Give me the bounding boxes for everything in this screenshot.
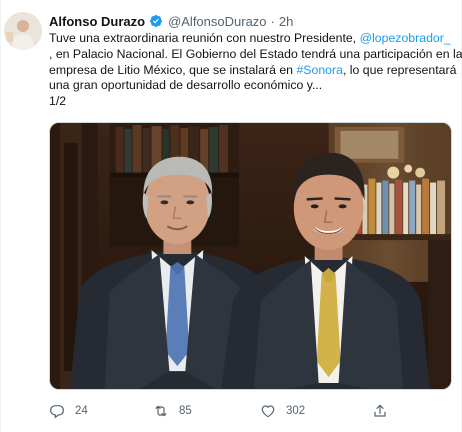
retweet-button[interactable]: 85	[153, 400, 192, 422]
heart-icon	[260, 403, 276, 419]
tweet-text-segment: Tuve una extraordinaria reunión con nues…	[49, 31, 360, 45]
hashtag-link[interactable]: #Sonora	[296, 63, 343, 77]
share-button[interactable]	[372, 400, 388, 422]
author-avatar[interactable]	[4, 12, 42, 50]
tweet-timestamp[interactable]: 2h	[279, 14, 293, 29]
tweet-text-line: una gran oportunidad de desarrollo econó…	[49, 78, 454, 94]
tweet-card[interactable]: Alfonso Durazo @AlfonsoDurazo · 2h Tuve …	[0, 0, 462, 432]
tweet-text-line: empresa de Litio México, que se instalar…	[49, 62, 457, 79]
tweet-text-segment: , lo que representará	[342, 62, 457, 77]
like-button[interactable]: 302	[260, 400, 305, 422]
author-display-name[interactable]: Alfonso Durazo	[49, 14, 145, 29]
reply-icon	[49, 403, 65, 419]
reply-button[interactable]: 24	[49, 400, 88, 422]
avatar-image	[4, 12, 42, 50]
retweet-count: 85	[179, 405, 192, 417]
tweet-text-segment: 1/2	[49, 94, 67, 109]
tweet-header: Alfonso Durazo @AlfonsoDurazo · 2h	[49, 12, 293, 30]
share-icon	[372, 403, 388, 419]
header-separator: ·	[270, 13, 275, 29]
mention-link[interactable]: @lopezobrador_	[360, 31, 451, 45]
photo-image	[50, 123, 451, 389]
tweet-text-line: Tuve una extraordinaria reunión con nues…	[49, 31, 454, 47]
like-count: 302	[286, 405, 306, 417]
author-handle[interactable]: @AlfonsoDurazo	[168, 14, 266, 29]
tweet-text: Tuve una extraordinaria reunión con nues…	[49, 31, 462, 110]
tweet-text-segment: , en Palacio Nacional. El Gobierno del E…	[49, 46, 462, 61]
tweet-text-segment: una gran oportunidad de desarrollo econó…	[49, 78, 323, 93]
tweet-photo[interactable]	[49, 122, 452, 390]
tweet-text-line: 1/2	[49, 94, 454, 110]
retweet-icon	[153, 403, 169, 419]
reply-count: 24	[75, 405, 88, 417]
tweet-actions: 24 85 302	[49, 400, 409, 422]
verified-badge-icon	[149, 14, 163, 28]
tweet-text-line: , en Palacio Nacional. El Gobierno del E…	[49, 47, 462, 63]
tweet-text-segment: empresa de Litio México, que se instalar…	[49, 62, 297, 77]
